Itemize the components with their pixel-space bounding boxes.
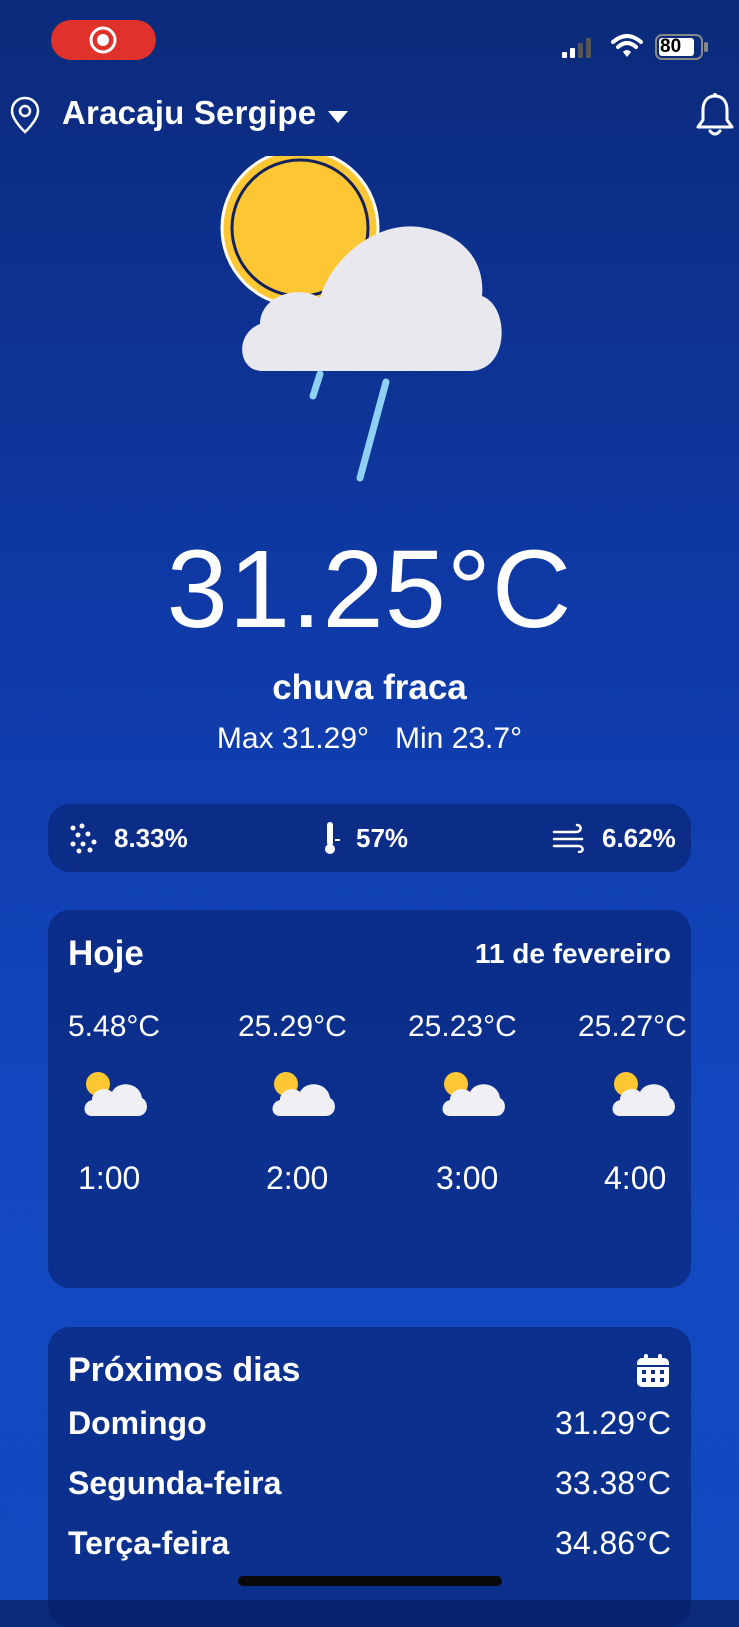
day-temp: 31.29°C [555, 1405, 671, 1441]
hourly-item: 5.48°C 1:00 [68, 1010, 238, 1196]
day-temp: 34.86°C [555, 1525, 671, 1561]
today-title: Hoje [68, 934, 144, 973]
wind-icon [552, 823, 584, 853]
calendar-icon[interactable] [635, 1353, 671, 1389]
rain-sun-cloud-icon [220, 156, 502, 482]
partly-cloudy-icon [612, 1072, 675, 1116]
hourly-item: 25.29°C 2:00 [238, 1010, 408, 1196]
hourly-temp: 25.27°C [578, 1010, 687, 1043]
partly-cloudy-icon [442, 1072, 505, 1116]
location-name[interactable]: Aracaju Sergipe [62, 94, 316, 132]
day-row[interactable]: Segunda-feira 33.38°C [68, 1465, 671, 1515]
hourly-time: 3:00 [436, 1160, 499, 1196]
humidity-stat: 57% [320, 818, 408, 858]
hourly-item: 25.27°C 4:00 [578, 1010, 691, 1196]
hourly-time: 1:00 [78, 1160, 141, 1196]
record-icon [89, 26, 117, 54]
hourly-item: 25.23°C 3:00 [408, 1010, 578, 1196]
notification-bell-icon[interactable] [695, 92, 735, 138]
day-name: Segunda-feira [68, 1465, 282, 1501]
weather-description: chuva fraca [272, 668, 467, 707]
next-days-title: Próximos dias [68, 1351, 301, 1389]
today-forecast-card: Hoje 11 de fevereiro 5.48°C 1:00 25.29°C… [48, 910, 691, 1288]
wind-value: 6.62% [602, 822, 676, 853]
day-name: Domingo [68, 1405, 207, 1441]
min-temperature: Min 23.7° [395, 722, 523, 755]
weather-stats-bar: 8.33% 57% 6.62% [48, 804, 691, 872]
humidity-value: 57% [356, 822, 409, 853]
max-min-temperature: Max 31.29° Min 23.7° [0, 722, 739, 756]
max-temperature: Max 31.29° [216, 722, 370, 755]
home-indicator[interactable] [238, 1576, 502, 1586]
day-row[interactable]: Terça-feira 34.86°C [68, 1525, 671, 1575]
hourly-time: 4:00 [604, 1160, 667, 1196]
hourly-temp: 5.48°C [68, 1010, 161, 1043]
battery-level: 80 [660, 36, 682, 57]
partly-cloudy-icon [272, 1072, 335, 1116]
partly-cloudy-icon [84, 1072, 147, 1116]
screen-recording-indicator[interactable] [51, 20, 156, 60]
battery-indicator: 80 [655, 34, 709, 60]
day-row[interactable]: Domingo 31.29°C [68, 1405, 671, 1455]
rain-stat: 8.33% [68, 818, 188, 858]
wifi-icon [611, 34, 643, 57]
cellular-signal-icon [562, 38, 591, 58]
thermometer-icon [325, 822, 340, 854]
chevron-down-icon[interactable] [327, 110, 349, 124]
current-temperature: 31.25°C [166, 528, 573, 651]
hourly-time: 2:00 [266, 1160, 329, 1196]
day-temp: 33.38°C [555, 1465, 671, 1501]
hourly-temp: 25.29°C [238, 1010, 347, 1043]
day-name: Terça-feira [68, 1525, 230, 1561]
rain-drops-icon [70, 823, 97, 854]
hourly-temp: 25.23°C [408, 1010, 517, 1043]
wind-stat: 6.62% [552, 818, 676, 858]
today-date: 11 de fevereiro [474, 938, 671, 969]
rain-value: 8.33% [114, 822, 188, 853]
location-pin-icon[interactable] [10, 96, 40, 134]
